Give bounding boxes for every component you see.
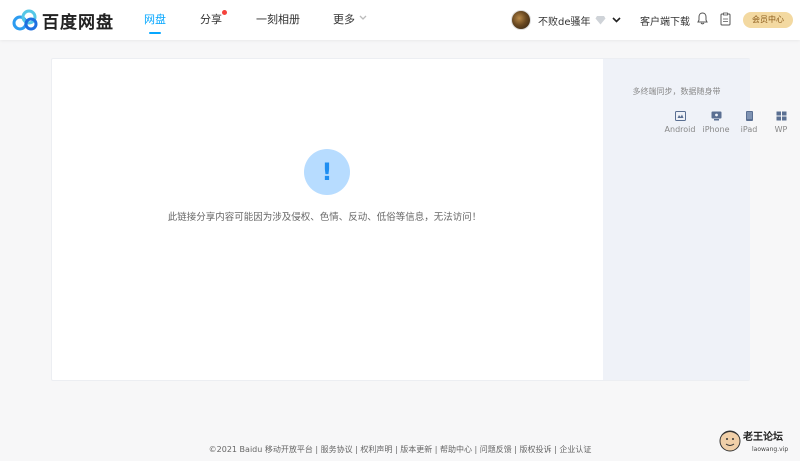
android-icon — [674, 111, 686, 121]
active-tab-indicator — [149, 32, 161, 34]
ipad-icon — [745, 111, 753, 121]
iphone-icon — [711, 111, 721, 121]
platform-iphone[interactable]: iPhone — [698, 111, 734, 134]
page-footer: ©2021 Baidu 移动开放平台 | 服务协议 | 权利声明 | 版本更新 … — [208, 445, 592, 454]
platform-android[interactable]: Android — [662, 111, 698, 134]
alert-icon: ! — [304, 149, 350, 195]
svg-text:老王论坛: 老王论坛 — [742, 430, 783, 443]
chevron-down-icon[interactable] — [611, 17, 621, 23]
svg-text:laowang.vip: laowang.vip — [752, 446, 788, 453]
nav-item-more[interactable]: 更多 — [333, 11, 355, 27]
nav-item-album[interactable]: 一刻相册 — [256, 11, 300, 27]
clipboard-icon[interactable] — [720, 12, 731, 26]
windows-phone-icon — [776, 111, 786, 121]
avatar[interactable] — [511, 10, 531, 30]
username[interactable]: 不败de骚年 — [538, 13, 591, 28]
platform-label: iPhone — [702, 125, 730, 134]
download-side-panel: 多终端同步，数据随身带 Android iPhone iPad WP — [603, 59, 787, 380]
vip-center-button[interactable]: 会员中心 — [743, 12, 793, 28]
nav-item-netdisk[interactable]: 网盘 — [144, 11, 166, 27]
side-panel-title: 多终端同步，数据随身带 — [632, 87, 721, 96]
chevron-down-icon[interactable] — [359, 15, 367, 21]
notification-dot — [222, 10, 227, 15]
top-header: 百度网盘 网盘 分享 一刻相册 更多 不败de骚年 客户端下载 会员中心 — [0, 0, 800, 40]
diamond-icon — [595, 16, 605, 25]
share-error-card: ! 此链接分享内容可能因为涉及侵权、色情、反动、低俗等信息，无法访问！ 多终端同… — [51, 58, 787, 381]
error-content: ! 此链接分享内容可能因为涉及侵权、色情、反动、低俗等信息，无法访问！ — [52, 59, 603, 380]
platform-wp[interactable]: WP — [763, 111, 799, 134]
cloud-logo-icon — [12, 9, 38, 31]
platform-label: Android — [664, 125, 696, 134]
error-message: 此链接分享内容可能因为涉及侵权、色情、反动、低俗等信息，无法访问！ — [167, 212, 482, 223]
platform-label: iPad — [740, 125, 758, 134]
nav-item-share[interactable]: 分享 — [200, 11, 222, 27]
platform-ipad[interactable]: iPad — [731, 111, 767, 134]
user-menu[interactable]: 不败de骚年 — [511, 10, 621, 30]
client-download-link[interactable]: 客户端下载 — [640, 13, 690, 28]
platform-label: WP — [774, 125, 788, 134]
logo-text: 百度网盘 — [42, 12, 114, 33]
laowang-watermark: 老王论坛 laowang.vip — [719, 430, 788, 453]
bell-icon[interactable] — [697, 12, 708, 25]
baidu-netdisk-logo[interactable]: 百度网盘 — [12, 8, 114, 33]
